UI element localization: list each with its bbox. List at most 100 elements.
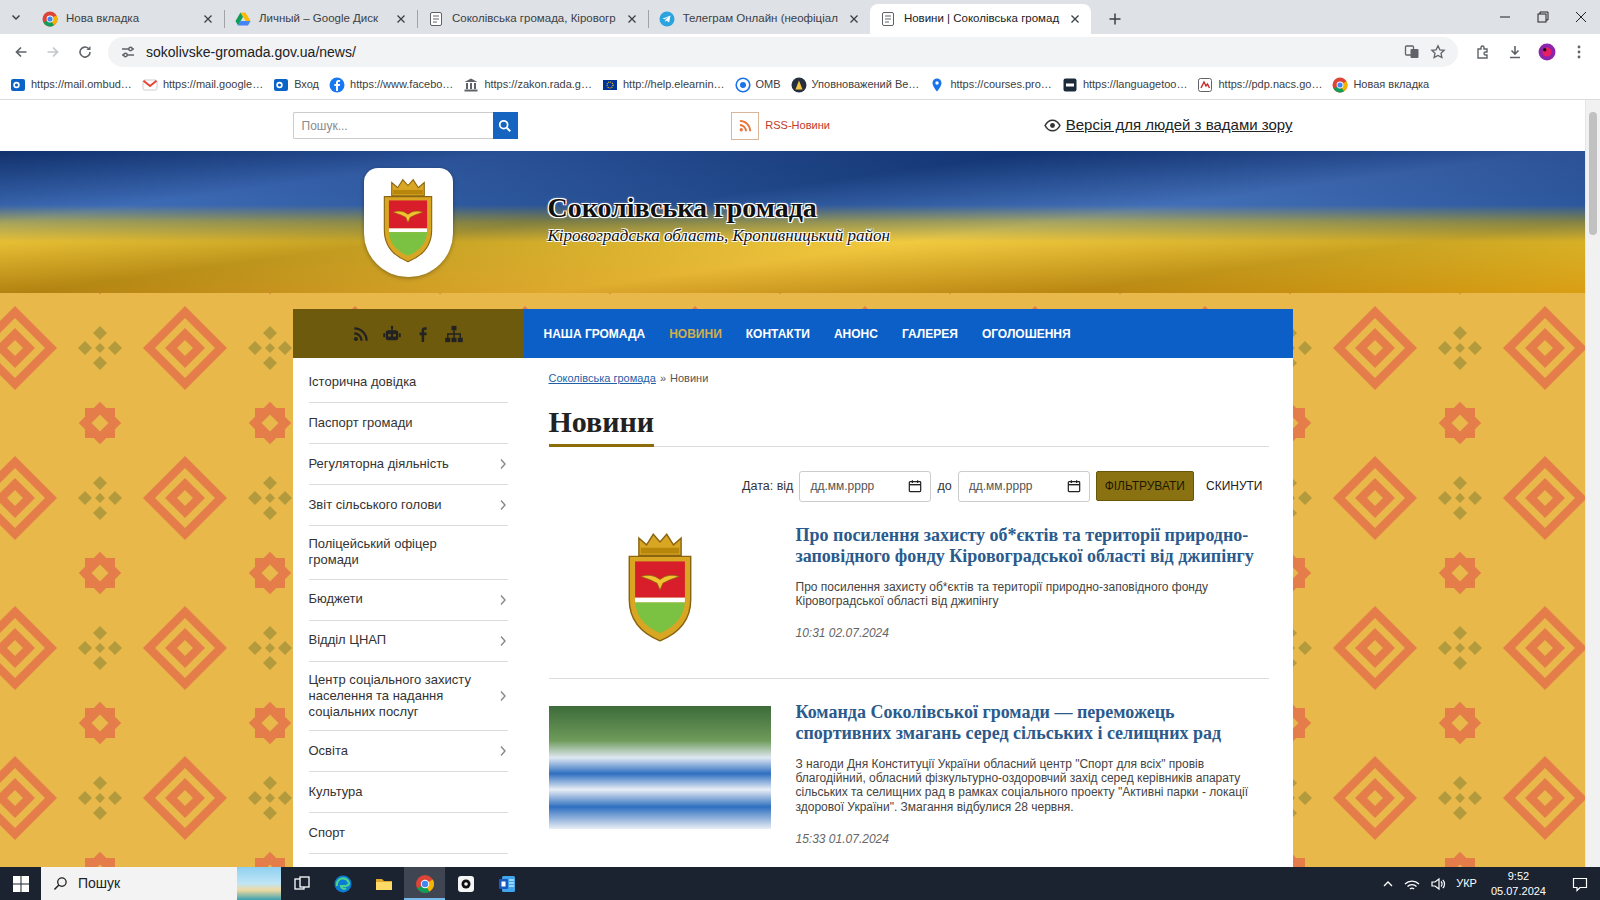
taskbar-app[interactable] [404,867,445,900]
bookmark[interactable]: https://mail.google… [138,73,267,96]
chrome-favicon-icon [1332,77,1348,93]
browser-tab[interactable]: Нова вкладка [32,4,224,34]
nav-item[interactable]: НОВИНИ [669,325,722,343]
date-to-input[interactable] [969,477,1063,495]
taskbar-search[interactable]: Пошук [41,867,281,900]
sidebar-item[interactable]: Освіта [309,731,508,772]
sidebar-item[interactable]: Спорт [309,813,508,854]
minimize-button[interactable] [1486,0,1524,34]
rss-link[interactable]: RSS-Новини [731,112,830,140]
profile-button[interactable] [1532,37,1562,67]
facebook-link[interactable] [414,325,432,343]
news-image[interactable] [549,529,771,652]
nav-item[interactable]: ОГОЛОШЕННЯ [982,325,1071,343]
nav-item[interactable]: АНОНС [834,325,878,343]
news-title[interactable]: Команда Соколівської громади — переможец… [796,702,1269,745]
url-text[interactable]: sokolivske-gromada.gov.ua/news/ [146,42,1394,63]
address-bar[interactable]: sokolivske-gromada.gov.ua/news/ [108,37,1458,67]
taskbar-app[interactable] [486,867,527,900]
bookmark[interactable]: https://courses.pro… [925,73,1056,96]
bookmark[interactable]: Новая вкладка [1328,73,1433,96]
sidebar-item[interactable]: Поліцейський офіцер громади [309,526,508,580]
rss-label[interactable]: RSS-Новини [765,117,830,134]
tab-close-button[interactable] [1067,11,1083,27]
nav-item[interactable]: КОНТАКТИ [746,325,810,343]
accessibility-link[interactable]: Версія для людей з вадами зору [1044,114,1293,137]
bookmark[interactable]: Вход [269,73,323,96]
tab-title: Личный – Google Диск [259,10,385,27]
nav-item[interactable]: НАША ГРОМАДА [544,325,646,343]
reset-button[interactable]: СКИНУТИ [1200,472,1269,500]
menu-button[interactable] [1564,37,1594,67]
restore-button[interactable] [1524,0,1562,34]
clock[interactable]: 9:5205.07.2024 [1487,869,1550,898]
tab-close-button[interactable] [846,11,862,27]
sidebar-item[interactable]: Культура [309,772,508,813]
taskbar-app[interactable] [281,867,322,900]
date-from-input[interactable] [810,477,904,495]
bookmark-label: OMB [756,76,781,93]
search-button[interactable] [493,112,518,139]
notifications-button[interactable] [1560,867,1600,900]
bookmark[interactable]: http://help.elearnin… [598,73,729,96]
breadcrumb-home-link[interactable]: Соколівська громада [549,370,656,387]
reload-button[interactable] [70,37,100,67]
taskbar-search-label[interactable]: Пошук [78,873,120,894]
taskbar-app[interactable] [363,867,404,900]
page-scrollbar[interactable] [1585,100,1600,867]
filter-button[interactable]: ФІЛЬТРУВАТИ [1096,471,1194,501]
bookmark[interactable]: https://zakon.rada.g… [459,73,596,96]
language-indicator[interactable]: УКР [1456,875,1477,892]
rss-feed-link[interactable] [352,325,370,343]
taskbar-app[interactable] [445,867,486,900]
browser-tab[interactable]: Новини | Соколівська громад [870,4,1091,34]
bookmark[interactable]: https://pdp.nacs.go… [1193,73,1326,96]
start-button[interactable] [0,867,41,900]
taskbar-app[interactable] [322,867,363,900]
word-app-icon [497,874,517,894]
site-logo[interactable] [364,168,453,277]
downloads-button[interactable] [1500,37,1530,67]
network-button[interactable] [1404,876,1420,892]
close-window-button[interactable] [1562,0,1600,34]
search-input[interactable] [293,112,493,139]
scrollbar-thumb[interactable] [1589,112,1597,235]
tab-close-button[interactable] [393,11,409,27]
drive-favicon-icon [235,11,251,27]
nav-item[interactable]: ГАЛЕРЕЯ [902,325,958,343]
tab-close-button[interactable] [200,11,216,27]
browser-tab[interactable]: Телеграм Онлайн (неофіціал [649,4,870,34]
bot-link[interactable] [382,324,402,344]
rss-icon [738,118,753,133]
sidebar-item[interactable]: Центр соціального захисту населення та н… [309,662,508,732]
hidden-icons-button[interactable] [1382,878,1394,890]
site-title[interactable]: Соколівська громада [548,191,891,225]
news-title[interactable]: Про посилення захисту об*єктів та терито… [796,525,1269,568]
bookmark[interactable]: https://languagetoo… [1058,73,1192,96]
sidebar-item[interactable]: Звіт сільського голови [309,485,508,526]
sidebar-item[interactable]: Відділ ЦНАП [309,621,508,662]
bookmark[interactable]: https://mail.ombud… [6,73,136,96]
sidebar-item[interactable]: Бюджети [309,580,508,621]
bookmark[interactable]: https://www.facebo… [325,73,457,96]
bookmark[interactable]: OMB [731,73,785,96]
sitemap-link[interactable] [444,324,464,344]
browser-tab[interactable]: Соколівська громада, Кіровогр [418,4,648,34]
sidebar: Історична довідкаПаспорт громадиРегулято… [293,309,524,867]
tab-search-button[interactable] [0,0,32,34]
extensions-button[interactable] [1468,37,1498,67]
tab-close-button[interactable] [624,11,640,27]
sidebar-item[interactable]: Історична довідка [309,362,508,403]
browser-tab[interactable]: Личный – Google Диск [225,4,417,34]
news-image[interactable] [549,706,771,829]
accessibility-label[interactable]: Версія для людей з вадами зору [1066,114,1293,137]
bookmark[interactable]: Уповноважений Ве… [787,73,924,96]
sidebar-item[interactable]: Регуляторна діяльність [309,444,508,485]
forward-button[interactable] [38,37,68,67]
new-tab-button[interactable] [1101,5,1129,33]
site-banner: Соколівська громадаКіровоградська област… [0,151,1585,293]
sidebar-item[interactable]: Паспорт громади [309,403,508,444]
back-button[interactable] [6,37,36,67]
volume-button[interactable] [1430,876,1446,892]
search-highlight-image [237,867,281,900]
